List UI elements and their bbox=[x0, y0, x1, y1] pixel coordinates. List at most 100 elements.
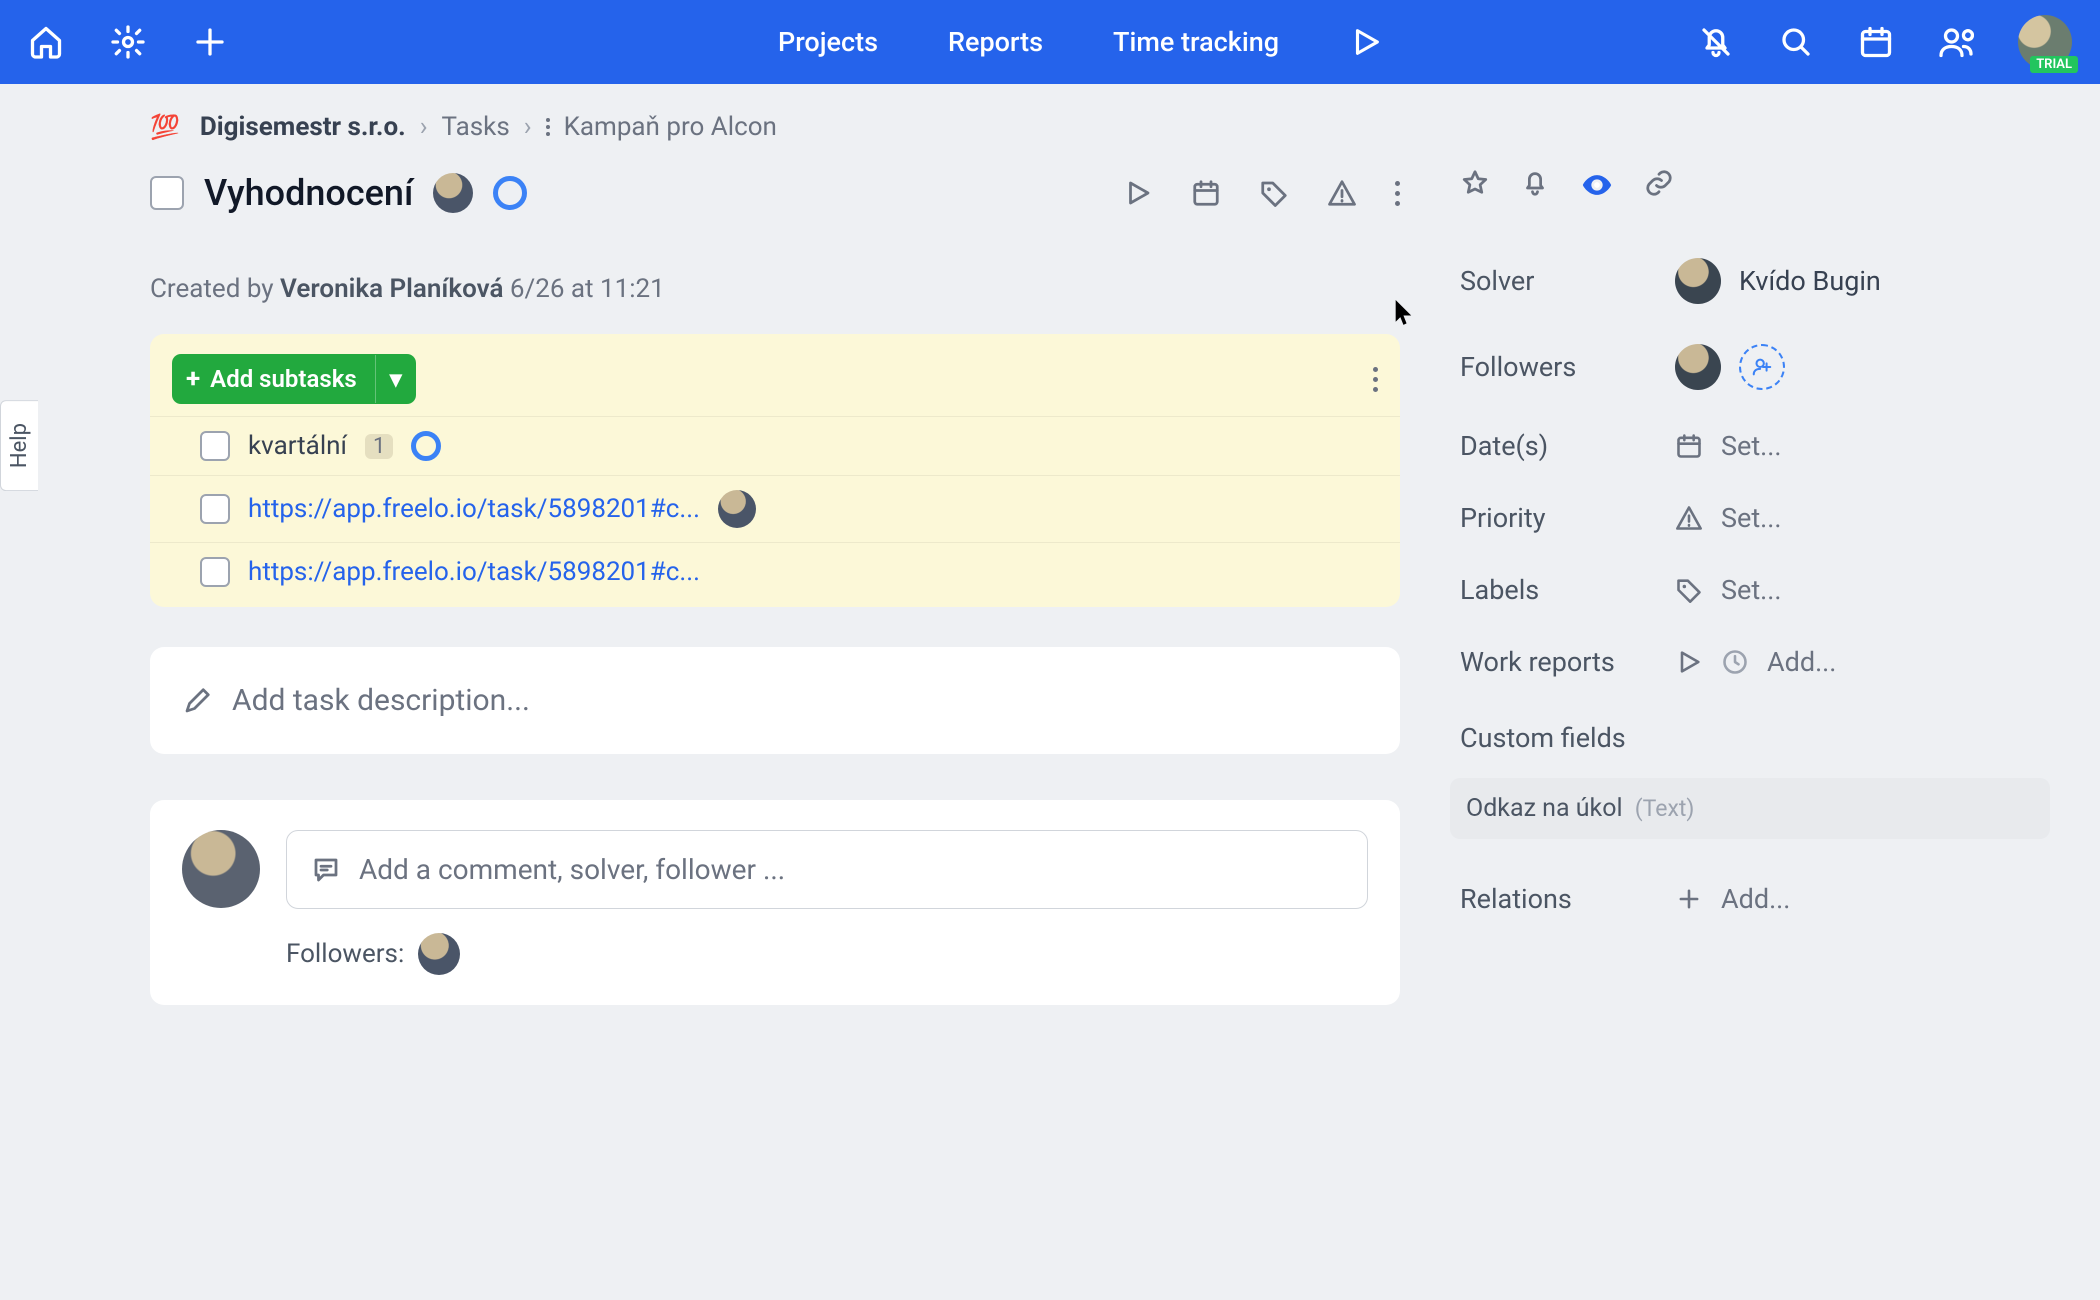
eye-icon[interactable] bbox=[1580, 168, 1614, 202]
description-placeholder: Add task description... bbox=[232, 683, 530, 718]
star-icon[interactable] bbox=[1460, 168, 1490, 202]
priority-set[interactable]: Set... bbox=[1721, 502, 1782, 534]
chevron-right-icon: › bbox=[420, 112, 428, 142]
tag-icon bbox=[1675, 576, 1703, 604]
breadcrumb-menu[interactable] bbox=[546, 118, 550, 136]
breadcrumb-tasks[interactable]: Tasks bbox=[442, 112, 510, 142]
plus-icon: + bbox=[186, 364, 200, 394]
current-user-avatar bbox=[182, 830, 260, 908]
followers-line: Followers: bbox=[286, 933, 1368, 975]
nav-time-tracking[interactable]: Time tracking bbox=[1113, 26, 1279, 58]
followers-row: Followers bbox=[1460, 324, 2060, 410]
subtask-checkbox[interactable] bbox=[200, 431, 230, 461]
topbar: Projects Reports Time tracking TRIAL bbox=[0, 0, 2100, 84]
bell-off-icon[interactable] bbox=[1698, 24, 1734, 60]
subtasks-card: +Add subtasks ▾ kvartální 1 https://app.… bbox=[150, 334, 1400, 607]
custom-field-name: Odkaz na úkol bbox=[1466, 794, 1623, 823]
comment-input[interactable]: Add a comment, solver, follower ... bbox=[286, 830, 1368, 909]
work-reports-row: Work reports Add... bbox=[1460, 626, 2060, 698]
labels-set[interactable]: Set... bbox=[1721, 574, 1782, 606]
labels-row: Labels Set... bbox=[1460, 554, 2060, 626]
warning-icon bbox=[1675, 504, 1703, 532]
add-subtasks-button[interactable]: +Add subtasks ▾ bbox=[172, 354, 416, 404]
add-follower-button[interactable] bbox=[1739, 344, 1785, 390]
tag-icon[interactable] bbox=[1259, 178, 1289, 208]
solver-row: Solver Kvído Bugin bbox=[1460, 238, 2060, 324]
comment-icon bbox=[311, 855, 341, 885]
work-reports-label: Work reports bbox=[1460, 646, 1675, 678]
solver-label: Solver bbox=[1460, 265, 1675, 297]
subtask-row[interactable]: kvartální 1 bbox=[150, 416, 1400, 475]
breadcrumb-campaign[interactable]: Kampaň pro Alcon bbox=[564, 112, 777, 142]
clock-icon bbox=[1721, 648, 1749, 676]
followers-label: Followers bbox=[1460, 351, 1675, 383]
subtask-checkbox[interactable] bbox=[200, 494, 230, 524]
play-icon[interactable] bbox=[1123, 178, 1153, 208]
followers-label: Followers: bbox=[286, 939, 404, 969]
relations-add[interactable]: Add... bbox=[1721, 883, 1790, 915]
solver-name[interactable]: Kvído Bugin bbox=[1739, 265, 1881, 297]
subtask-checkbox[interactable] bbox=[200, 557, 230, 587]
subtasks-menu[interactable] bbox=[1373, 367, 1378, 392]
task-created-meta: Created by Veronika Planíková 6/26 at 11… bbox=[150, 274, 1400, 304]
calendar-icon[interactable] bbox=[1191, 178, 1221, 208]
nav-projects[interactable]: Projects bbox=[778, 26, 878, 58]
follower-avatar[interactable] bbox=[1675, 344, 1721, 390]
plus-icon bbox=[1675, 885, 1703, 913]
dates-label: Date(s) bbox=[1460, 430, 1675, 462]
subtask-row[interactable]: https://app.freelo.io/task/5898201#c... bbox=[150, 542, 1400, 601]
chevron-right-icon: › bbox=[524, 112, 532, 142]
subtask-link[interactable]: https://app.freelo.io/task/5898201#c... bbox=[248, 494, 700, 524]
labels-label: Labels bbox=[1460, 574, 1675, 606]
user-avatar[interactable]: TRIAL bbox=[2018, 15, 2072, 69]
subtask-row[interactable]: https://app.freelo.io/task/5898201#c... bbox=[150, 475, 1400, 542]
task-description-input[interactable]: Add task description... bbox=[150, 647, 1400, 754]
play-icon[interactable] bbox=[1675, 648, 1703, 676]
gear-icon[interactable] bbox=[110, 24, 146, 60]
status-ring-icon[interactable] bbox=[493, 176, 527, 210]
warning-icon[interactable] bbox=[1327, 178, 1357, 208]
add-subtasks-dropdown[interactable]: ▾ bbox=[375, 355, 416, 403]
custom-field-type: (Text) bbox=[1635, 795, 1695, 822]
subtask-avatar[interactable] bbox=[718, 490, 756, 528]
task-menu[interactable] bbox=[1395, 181, 1400, 206]
subtask-link[interactable]: https://app.freelo.io/task/5898201#c... bbox=[248, 557, 700, 587]
follower-avatar[interactable] bbox=[418, 933, 460, 975]
custom-fields-heading: Custom fields bbox=[1460, 712, 2060, 764]
home-icon[interactable] bbox=[28, 24, 64, 60]
task-checkbox[interactable] bbox=[150, 176, 184, 210]
breadcrumb: 💯 Digisemestr s.r.o. › Tasks › Kampaň pr… bbox=[150, 112, 1400, 142]
play-icon[interactable] bbox=[1349, 25, 1383, 59]
assignee-avatar[interactable] bbox=[433, 173, 473, 213]
trial-badge: TRIAL bbox=[2030, 56, 2078, 73]
relations-row: Relations Add... bbox=[1460, 863, 2060, 935]
calendar-icon[interactable] bbox=[1858, 24, 1894, 60]
task-header: Vyhodnocení bbox=[150, 172, 1400, 214]
subtask-title: kvartální bbox=[248, 431, 347, 461]
link-icon[interactable] bbox=[1644, 168, 1674, 202]
custom-field-row[interactable]: Odkaz na úkol (Text) bbox=[1450, 778, 2050, 839]
side-actions bbox=[1460, 168, 2060, 202]
solver-avatar[interactable] bbox=[1675, 258, 1721, 304]
breadcrumb-org[interactable]: Digisemestr s.r.o. bbox=[200, 112, 406, 142]
help-tab[interactable]: Help bbox=[0, 400, 38, 491]
comment-card: Add a comment, solver, follower ... Foll… bbox=[150, 800, 1400, 1005]
task-title[interactable]: Vyhodnocení bbox=[204, 172, 413, 214]
priority-row: Priority Set... bbox=[1460, 482, 2060, 554]
people-icon[interactable] bbox=[1938, 24, 1974, 60]
calendar-icon bbox=[1675, 432, 1703, 460]
comment-placeholder: Add a comment, solver, follower ... bbox=[359, 853, 785, 886]
dates-row: Date(s) Set... bbox=[1460, 410, 2060, 482]
subtask-count-badge: 1 bbox=[365, 434, 393, 459]
search-icon[interactable] bbox=[1778, 24, 1814, 60]
relations-label: Relations bbox=[1460, 883, 1675, 915]
status-ring-icon[interactable] bbox=[411, 431, 441, 461]
add-icon[interactable] bbox=[192, 24, 228, 60]
org-emoji: 💯 bbox=[150, 113, 180, 141]
priority-label: Priority bbox=[1460, 502, 1675, 534]
work-add[interactable]: Add... bbox=[1767, 646, 1836, 678]
nav-reports[interactable]: Reports bbox=[948, 26, 1043, 58]
bell-icon[interactable] bbox=[1520, 168, 1550, 202]
pencil-icon bbox=[182, 686, 212, 716]
dates-set[interactable]: Set... bbox=[1721, 430, 1782, 462]
